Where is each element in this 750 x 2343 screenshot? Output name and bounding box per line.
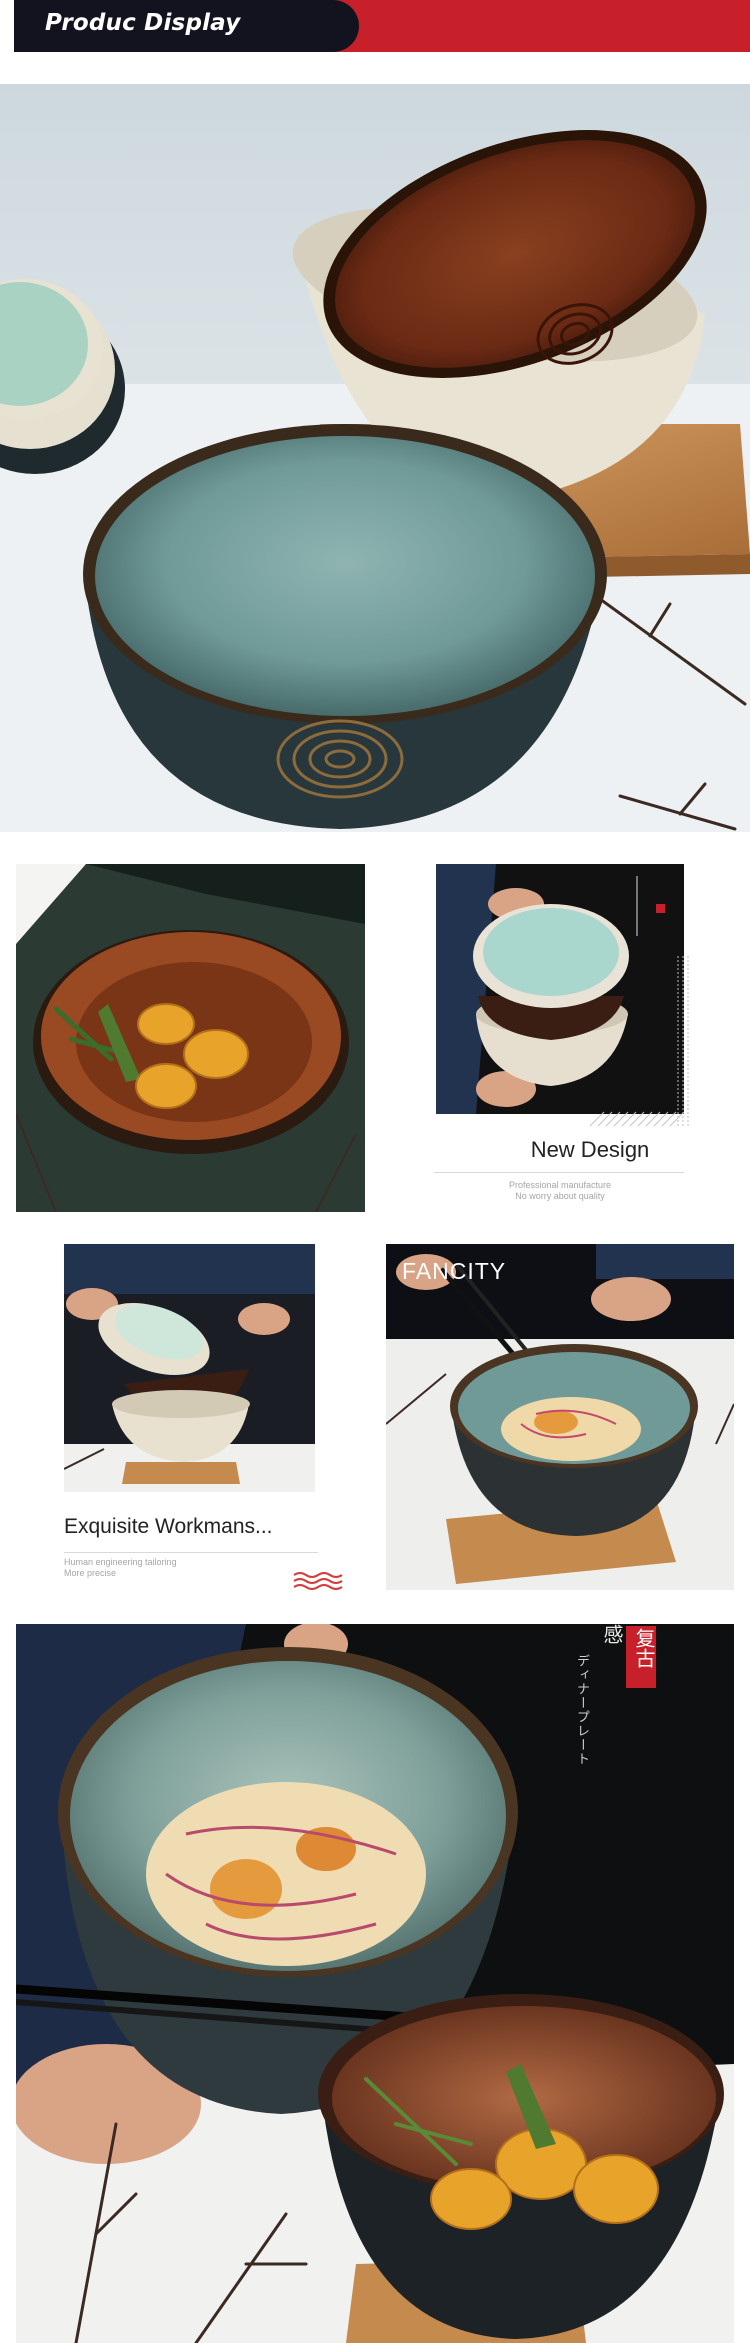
new-design-divider <box>434 1172 684 1173</box>
hero-bowls-photo <box>0 84 750 832</box>
retro-seal-text: 复古 <box>632 1628 656 1668</box>
workmanship-subtitle-line: More precise <box>64 1568 117 1578</box>
workmanship-subtitle: Human engineering tailoring More precise <box>64 1557 264 1579</box>
fancity-noodles-photo <box>386 1244 734 1590</box>
retro-bowls-photo <box>16 1624 734 2343</box>
new-design-subtitle: Professional manufacture No worry about … <box>455 1180 665 1202</box>
wave-decoration-icon <box>292 1570 346 1590</box>
new-design-subtitle-line: Professional manufacture <box>508 1180 612 1190</box>
header-banner: Produc Display <box>0 0 750 52</box>
brown-bowl-corn-photo <box>16 864 365 1212</box>
stacked-bowls-hands-photo <box>436 864 684 1114</box>
retro-kanji: 感 <box>600 1624 624 1644</box>
workmanship-divider <box>64 1552 318 1553</box>
workmanship-subtitle-line: Human engineering tailoring <box>64 1557 177 1567</box>
brand-watermark: FANCITY <box>402 1258 507 1284</box>
section-title: Produc Display <box>45 10 241 36</box>
retro-seal: 复古 <box>626 1626 656 1688</box>
retro-vertical-caption: ディナープレート <box>574 1654 589 1766</box>
workmanship-photo <box>64 1244 315 1492</box>
workmanship-title: Exquisite Workmans... <box>64 1515 273 1538</box>
decorative-hatching-bottom <box>589 1110 686 1128</box>
decorative-hatching <box>676 956 690 1126</box>
new-design-subtitle-line: No worry about quality <box>515 1191 605 1201</box>
new-design-title: New Design <box>530 1137 650 1162</box>
